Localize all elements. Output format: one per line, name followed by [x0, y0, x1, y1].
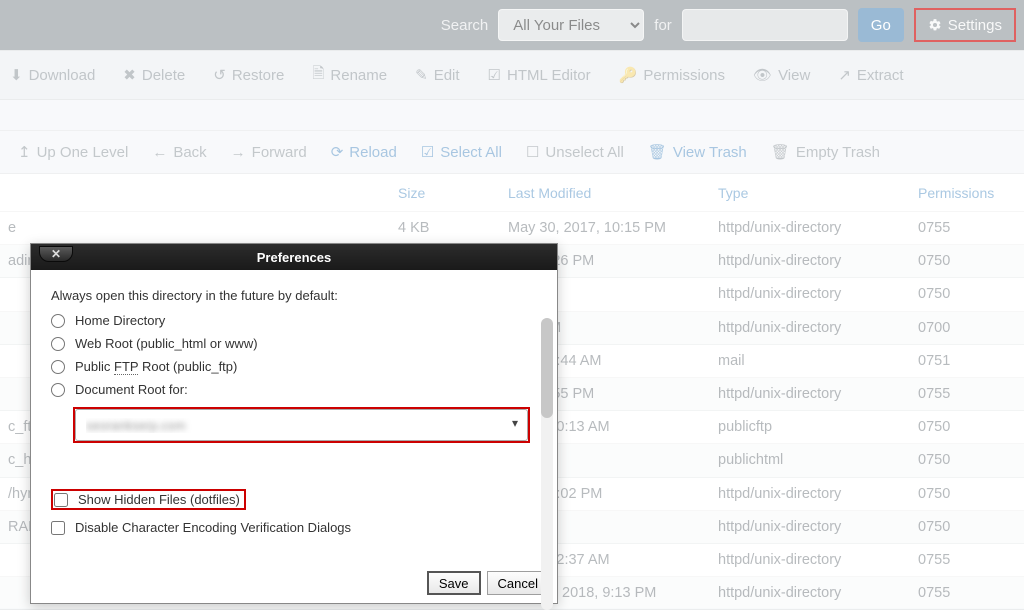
back-button[interactable]: ← Back	[152, 144, 206, 161]
cell-modified: May 30, 2017, 10:15 PM	[508, 220, 718, 236]
search-label: Search	[441, 17, 489, 34]
cell-type: httpd/unix-directory	[718, 253, 918, 269]
scroll-thumb[interactable]	[541, 318, 553, 418]
view-button[interactable]: 👁 View	[753, 66, 810, 84]
cell-perm: 0750	[918, 486, 1008, 502]
cell-perm: 0755	[918, 585, 1008, 601]
cell-perm: 0750	[918, 419, 1008, 435]
cell-type: httpd/unix-directory	[718, 585, 918, 601]
view-trash-button[interactable]: 🗑 View Trash	[648, 143, 747, 161]
select-all-button[interactable]: ☑ Select All	[421, 143, 502, 161]
up-one-level-button[interactable]: ↥ Up One Level	[18, 143, 128, 161]
close-button[interactable]: ✕	[39, 246, 73, 262]
cell-perm: 0750	[918, 286, 1008, 302]
cell-type: httpd/unix-directory	[718, 519, 918, 535]
cell-type: publicftp	[718, 419, 918, 435]
gear-icon	[928, 18, 942, 32]
search-input[interactable]	[682, 9, 848, 41]
document-root-select-wrapper: seorankserp.com	[73, 407, 530, 443]
show-hidden-row[interactable]: Show Hidden Files (dotfiles)	[51, 489, 537, 510]
spacer	[0, 100, 1024, 130]
cell-perm: 0700	[918, 320, 1008, 336]
nav-row: ↥ Up One Level ← Back → Forward ⟳ Reload…	[0, 130, 1024, 174]
save-button[interactable]: Save	[427, 571, 481, 595]
default-dir-prompt: Always open this directory in the future…	[51, 288, 537, 303]
cell-perm: 0750	[918, 452, 1008, 468]
modal-footer: Save Cancel	[31, 565, 557, 603]
cell-type: httpd/unix-directory	[718, 286, 918, 302]
cell-type: httpd/unix-directory	[718, 320, 918, 336]
settings-button[interactable]: Settings	[914, 8, 1016, 42]
cell-perm: 0750	[918, 253, 1008, 269]
radio-document-root[interactable]: Document Root for:	[51, 382, 537, 397]
radio-home-input[interactable]	[51, 314, 65, 328]
col-perm[interactable]: Permissions	[918, 185, 1008, 201]
extract-button[interactable]: ↗ Extract	[838, 66, 903, 84]
cell-type: httpd/unix-directory	[718, 220, 918, 236]
cell-perm: 0751	[918, 353, 1008, 369]
cell-perm: 0755	[918, 552, 1008, 568]
modal-title: Preferences	[257, 250, 331, 265]
radio-web-root[interactable]: Web Root (public_html or www)	[51, 336, 537, 351]
forward-button[interactable]: → Forward	[231, 144, 307, 161]
table-row[interactable]: e4 KBMay 30, 2017, 10:15 PMhttpd/unix-di…	[0, 212, 1024, 245]
cell-size: 4 KB	[398, 220, 508, 236]
cell-type: httpd/unix-directory	[718, 486, 918, 502]
rename-button[interactable]: 🗎 Rename	[312, 63, 387, 88]
cell-name: e	[8, 220, 398, 236]
table-header: Size Last Modified Type Permissions	[0, 174, 1024, 212]
for-label: for	[654, 17, 672, 34]
modal-scrollbar[interactable]	[541, 318, 553, 610]
delete-button[interactable]: ✖ Delete	[123, 66, 185, 84]
cell-type: httpd/unix-directory	[718, 552, 918, 568]
reload-button[interactable]: ⟳ Reload	[331, 143, 397, 161]
col-type[interactable]: Type	[718, 185, 918, 201]
col-size[interactable]: Size	[398, 185, 508, 201]
preferences-modal: ✕ Preferences Always open this directory…	[30, 243, 558, 604]
close-icon: ✕	[51, 247, 61, 261]
radio-home-directory[interactable]: Home Directory	[51, 313, 537, 328]
col-modified[interactable]: Last Modified	[508, 185, 718, 201]
cell-type: httpd/unix-directory	[718, 386, 918, 402]
cell-type: publichtml	[718, 452, 918, 468]
permissions-button[interactable]: 🔑 Permissions	[619, 66, 725, 84]
settings-label: Settings	[948, 17, 1002, 34]
radio-webroot-input[interactable]	[51, 337, 65, 351]
cell-perm: 0755	[918, 386, 1008, 402]
restore-button[interactable]: ↺ Restore	[213, 66, 284, 84]
go-button[interactable]: Go	[858, 8, 904, 42]
cancel-button[interactable]: Cancel	[487, 571, 549, 595]
download-button[interactable]: ⬇ Download	[10, 66, 95, 84]
unselect-all-button[interactable]: ☐ Unselect All	[526, 143, 624, 161]
cell-perm: 0750	[918, 519, 1008, 535]
top-bar: Search All Your Files for Go Settings	[0, 0, 1024, 50]
document-root-select[interactable]: seorankserp.com	[75, 409, 528, 441]
cell-type: mail	[718, 353, 918, 369]
search-scope-select[interactable]: All Your Files	[498, 9, 644, 41]
modal-titlebar: ✕ Preferences	[31, 244, 557, 270]
cell-perm: 0755	[918, 220, 1008, 236]
empty-trash-button[interactable]: 🗑 Empty Trash	[771, 143, 880, 161]
action-toolbar: ⬇ Download ✖ Delete ↺ Restore 🗎 Rename ✎…	[0, 50, 1024, 100]
html-editor-button[interactable]: ☑ HTML Editor	[488, 66, 591, 84]
radio-publicftp-input[interactable]	[51, 360, 65, 374]
disable-encoding-checkbox[interactable]	[51, 521, 65, 535]
disable-encoding-row[interactable]: Disable Character Encoding Verification …	[51, 520, 537, 535]
radio-docroot-input[interactable]	[51, 383, 65, 397]
radio-public-ftp[interactable]: Public FTP Root (public_ftp)	[51, 359, 537, 374]
edit-button[interactable]: ✎ Edit	[415, 66, 459, 84]
show-hidden-checkbox[interactable]	[54, 493, 68, 507]
